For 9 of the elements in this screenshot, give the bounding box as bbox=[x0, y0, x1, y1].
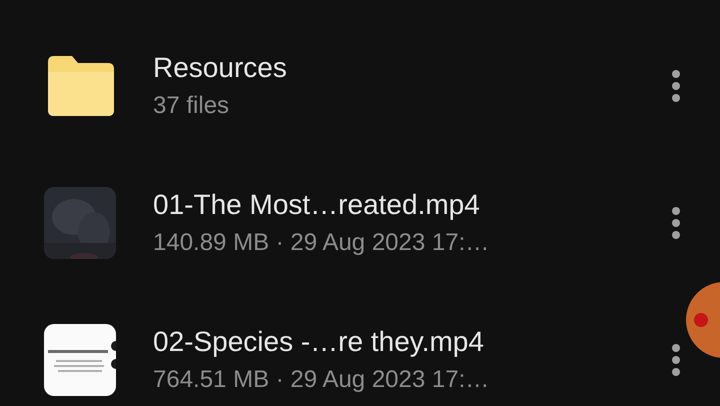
file-details: 764.51 MB · 29 Aug 2023 17:… bbox=[153, 364, 490, 394]
file-name: Resources bbox=[153, 50, 288, 84]
file-details: 140.89 MB · 29 Aug 2023 17:… bbox=[153, 228, 490, 258]
file-name: 02-Species -…re they.mp4 bbox=[153, 324, 485, 358]
file-details: 37 files bbox=[153, 90, 230, 120]
more-options-icon[interactable] bbox=[671, 206, 681, 240]
file-name: 01-The Most…reated.mp4 bbox=[153, 188, 481, 222]
more-options-icon[interactable] bbox=[671, 342, 681, 376]
more-options-icon[interactable] bbox=[671, 68, 681, 102]
